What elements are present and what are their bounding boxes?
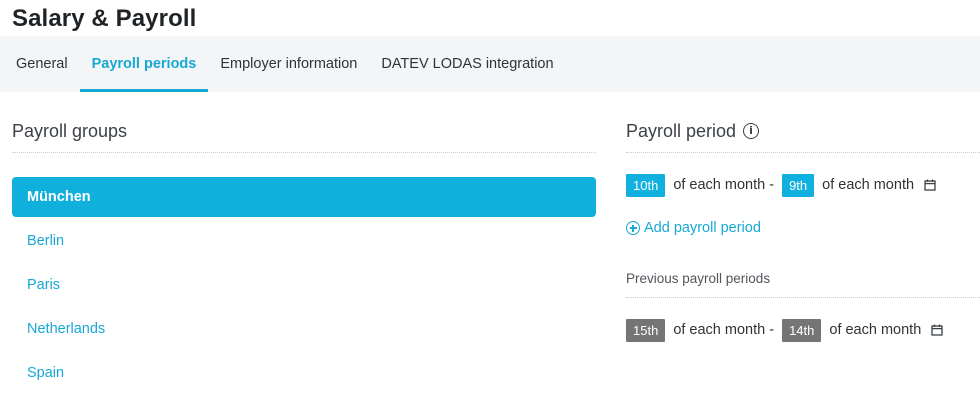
payroll-groups-title: Payroll groups: [12, 121, 128, 141]
divider: [626, 152, 980, 153]
group-item-spain[interactable]: Spain: [12, 353, 596, 393]
tab-datev-lodas-integration[interactable]: DATEV LODAS integration: [369, 36, 565, 92]
page-title: Salary & Payroll: [12, 5, 197, 32]
previous-payroll-periods-title: Previous payroll periods: [626, 271, 771, 286]
previous-payroll-period: 15th of each month - 14th of each month: [626, 318, 943, 342]
previous-period-middle-text: of each month -: [673, 322, 775, 338]
previous-period-start-chip[interactable]: 15th: [626, 318, 666, 342]
previous-period-end-chip[interactable]: 14th: [782, 318, 822, 342]
tab-bar: General Payroll periods Employer informa…: [0, 36, 980, 92]
plus-circle-icon: [626, 221, 640, 235]
group-item-paris[interactable]: Paris: [12, 265, 596, 305]
period-start-chip[interactable]: 10th: [626, 173, 666, 197]
info-icon[interactable]: i: [743, 123, 759, 139]
tab-employer-information[interactable]: Employer information: [208, 36, 369, 92]
period-end-chip[interactable]: 9th: [782, 173, 815, 197]
add-payroll-period-link[interactable]: Add payroll period: [626, 220, 761, 236]
period-end-text: of each month: [822, 177, 915, 193]
divider: [12, 152, 596, 153]
previous-period-end-text: of each month: [829, 322, 922, 338]
calendar-icon[interactable]: [924, 179, 936, 191]
payroll-period-title: Payroll period: [626, 121, 737, 141]
tab-general[interactable]: General: [4, 36, 80, 92]
period-middle-text: of each month -: [673, 177, 775, 193]
calendar-icon[interactable]: [931, 324, 943, 336]
group-item-muenchen[interactable]: München: [12, 177, 596, 217]
add-payroll-period-label: Add payroll period: [644, 220, 761, 236]
group-item-netherlands[interactable]: Netherlands: [12, 309, 596, 349]
tab-payroll-periods[interactable]: Payroll periods: [79, 36, 209, 92]
divider: [626, 297, 980, 298]
current-payroll-period: 10th of each month - 9th of each month: [626, 173, 936, 197]
group-item-berlin[interactable]: Berlin: [12, 221, 596, 261]
